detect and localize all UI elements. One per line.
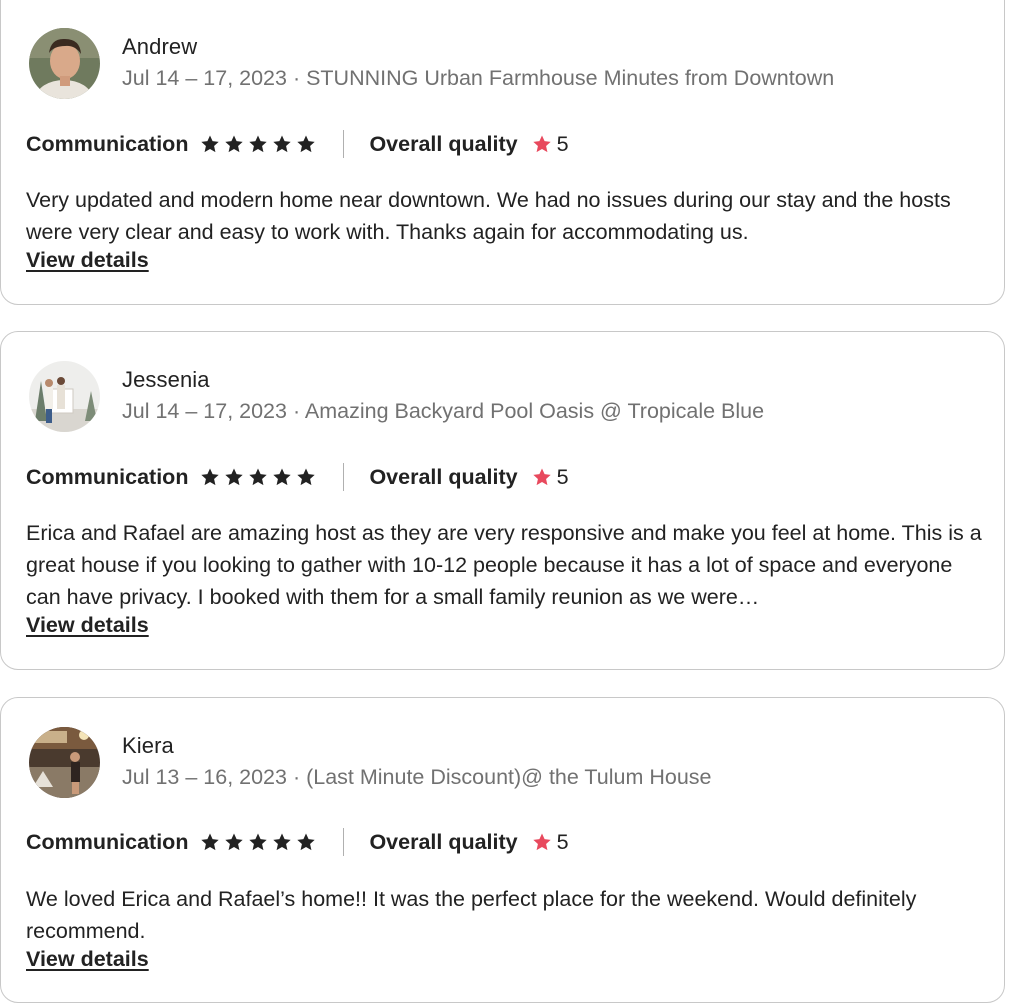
view-details-link[interactable]: View details [26,613,149,638]
divider [343,130,345,158]
reviewer-name: Andrew [122,34,198,59]
review-text: Very updated and modern home near downto… [26,188,951,244]
review-card: Jessenia Jul 14 – 17, 2023 · Amazing Bac… [0,331,1005,670]
star-icon [225,468,244,486]
overall-quality-value: 5 [556,829,569,854]
review-text: Erica and Rafael are amazing host as the… [26,521,982,609]
star-icon [532,833,551,851]
view-details-link[interactable]: View details [26,947,149,972]
star-icon [225,135,244,153]
reviewer-name: Kiera [122,733,174,758]
avatar [29,727,100,798]
overall-quality-label: Overall quality [369,131,518,156]
overall-quality-value: 5 [556,131,569,156]
star-icon [297,833,316,851]
review-card: Andrew Jul 14 – 17, 2023 · STUNNING Urba… [0,0,1005,305]
communication-stars [200,467,316,487]
view-details-link[interactable]: View details [26,248,149,273]
avatar-photo-kiera [29,727,100,798]
communication-label: Communication [26,464,189,489]
star-icon [273,833,292,851]
overall-quality-value: 5 [556,464,569,489]
star-icon [201,135,220,153]
star-icon [273,135,292,153]
star-icon [201,833,220,851]
star-icon [249,135,268,153]
ratings-row: Communication Overall quality 5 [26,129,569,159]
stay-details: Jul 13 – 16, 2023 · (Last Minute Discoun… [122,765,712,789]
star-icon [249,833,268,851]
communication-stars [200,134,316,154]
star-icon [297,135,316,153]
stay-details: Jul 14 – 17, 2023 · STUNNING Urban Farmh… [122,66,835,90]
avatar-photo-andrew [29,28,100,99]
review-text: We loved Erica and Rafael’s home!! It wa… [26,887,917,943]
communication-label: Communication [26,131,189,156]
review-card: Kiera Jul 13 – 16, 2023 · (Last Minute D… [0,697,1005,1003]
star-icon [249,468,268,486]
ratings-row: Communication Overall quality 5 [26,827,569,857]
star-icon [201,468,220,486]
star-icon [225,833,244,851]
divider [343,828,345,856]
reviewer-name: Jessenia [122,367,210,392]
avatar [29,361,100,432]
ratings-row: Communication Overall quality 5 [26,462,569,492]
communication-stars [200,832,316,852]
stay-details: Jul 14 – 17, 2023 · Amazing Backyard Poo… [122,399,765,423]
star-icon [273,468,292,486]
overall-quality-label: Overall quality [369,464,518,489]
star-icon [297,468,316,486]
star-icon [532,468,551,486]
star-icon [532,135,551,153]
avatar [29,28,100,99]
avatar-photo-jessenia [29,361,100,432]
communication-label: Communication [26,829,189,854]
divider [343,463,345,491]
overall-quality-label: Overall quality [369,829,518,854]
